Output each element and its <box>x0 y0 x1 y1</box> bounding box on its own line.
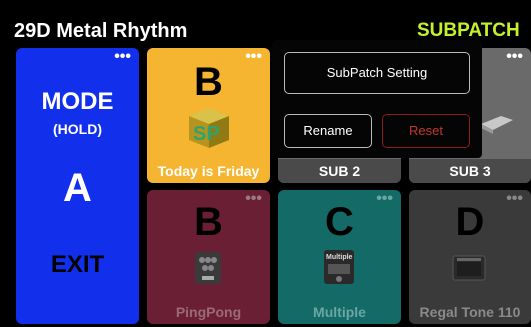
card5-letter: C <box>325 200 354 244</box>
subpatch-card-4[interactable]: ••• B PingPong <box>147 190 270 324</box>
card6-label: Regal Tone 110 <box>419 304 521 320</box>
subpatch-card-6[interactable]: ••• D Regal Tone 110 <box>409 190 531 324</box>
card1-menu-icon[interactable]: ••• <box>245 49 262 65</box>
card3-label: SUB 3 <box>409 159 531 183</box>
patch-title: 29D Metal Rhythm <box>14 20 188 42</box>
rename-button[interactable]: Rename <box>284 114 372 148</box>
subpatch-setting-button[interactable]: SubPatch Setting <box>284 52 470 94</box>
mode-letter: A <box>63 166 92 210</box>
mode-menu-icon[interactable]: ••• <box>114 49 131 65</box>
subpatch-label: SUBPATCH <box>417 20 520 41</box>
sp-logo-icon: SP <box>189 108 229 148</box>
card1-label: Today is Friday <box>157 163 260 179</box>
multiple-pedal-icon: Multiple <box>324 250 354 284</box>
mode-hold-label: (HOLD) <box>53 121 102 137</box>
pingpong-pedal-icon <box>195 252 221 284</box>
mode-card[interactable]: ••• MODE (HOLD) A EXIT <box>16 48 139 324</box>
card3-menu-icon[interactable]: ••• <box>506 49 523 65</box>
pedal-icon <box>481 116 513 134</box>
amp-icon <box>452 255 486 281</box>
subpatch-card-5[interactable]: ••• C Multiple Multiple <box>278 190 401 324</box>
subpatch-card-1[interactable]: ••• B SP Today is Friday <box>147 48 270 183</box>
exit-label: EXIT <box>50 251 105 278</box>
reset-button[interactable]: Reset <box>382 114 470 148</box>
card2-label: SUB 2 <box>278 159 401 183</box>
svg-text:Multiple: Multiple <box>326 254 353 261</box>
card1-letter: B <box>194 60 223 104</box>
card5-label: Multiple <box>313 304 366 320</box>
card6-letter: D <box>455 200 485 244</box>
svg-text:SP: SP <box>193 123 220 145</box>
card4-letter: B <box>194 200 223 244</box>
subpatch-popup: SubPatch Setting Rename Reset <box>272 40 482 158</box>
mode-label: MODE <box>41 88 114 115</box>
card4-label: PingPong <box>175 304 242 320</box>
